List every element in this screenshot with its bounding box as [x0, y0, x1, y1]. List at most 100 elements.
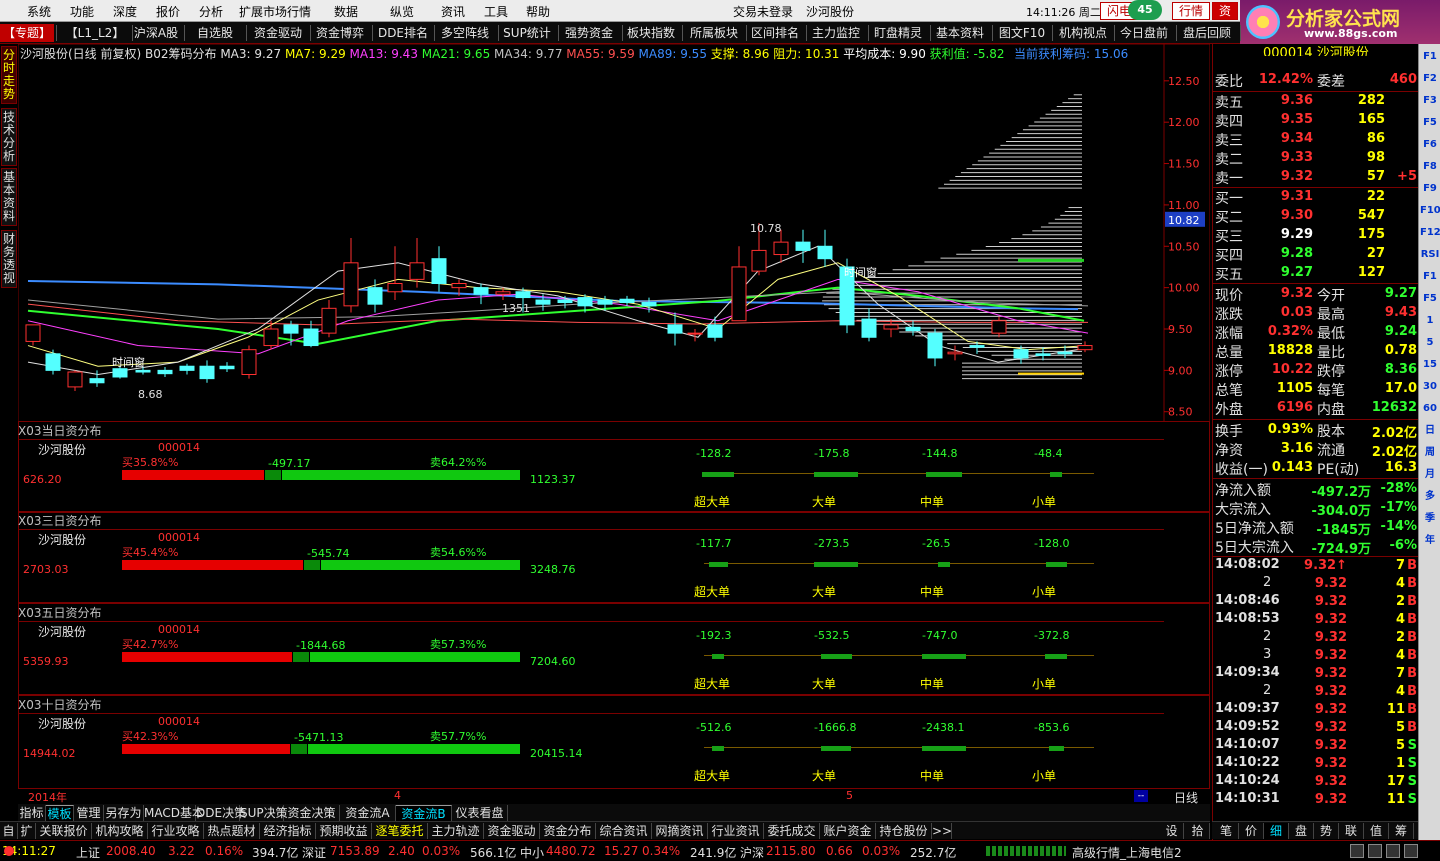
quote-button[interactable]: 行情 [1172, 2, 1211, 20]
toolbar-item-18[interactable]: 今日盘前 [1114, 24, 1174, 42]
menu-item-5[interactable]: 扩展市场行情 [239, 3, 311, 20]
shortcut-8[interactable]: F12 [1420, 224, 1440, 242]
toolbar-item-15[interactable]: 基本资料 [930, 24, 990, 42]
shortcut-21[interactable]: 季 [1420, 510, 1440, 528]
vtab-1[interactable]: 技术分析 [1, 108, 17, 166]
toolbar-item-2[interactable]: 沪深A股 [130, 24, 182, 42]
quote-tab-2[interactable]: 细 [1264, 823, 1289, 839]
menu-item-8[interactable]: 资讯 [441, 3, 465, 20]
toolbar-item-19[interactable]: 盘后回顾 [1176, 24, 1238, 42]
toolbar-item-10[interactable]: 板块指数 [622, 24, 680, 42]
info-tab-7[interactable]: 预期收益 [316, 823, 372, 839]
info-tab-6[interactable]: 经济指标 [260, 823, 316, 839]
info-tab-3[interactable]: 机构攻略 [92, 823, 148, 839]
toolbar-item-11[interactable]: 所属板块 [684, 24, 744, 42]
toolbar-item-9[interactable]: 强势资金 [558, 24, 620, 42]
sell-level[interactable]: 卖三 9.34 86 [1213, 130, 1419, 149]
menu-item-7[interactable]: 纵览 [390, 3, 414, 20]
info-tab-5[interactable]: 热点题材 [204, 823, 260, 839]
toolbar-item-4[interactable]: 资金驱动 [248, 24, 308, 42]
info-tab-19[interactable]: 设 [1160, 823, 1184, 839]
vtab-2[interactable]: 基本资料 [1, 168, 17, 226]
toolbar-item-1[interactable]: 【L1_L2】 [60, 24, 130, 42]
toolbar-item-12[interactable]: 区间排名 [746, 24, 804, 42]
toolbar-item-0[interactable]: 【专题】 [0, 24, 54, 42]
shortcut-7[interactable]: F10 [1420, 202, 1440, 220]
info-tab-0[interactable]: 自 [0, 823, 18, 839]
info-tab-2[interactable]: 关联报价 [36, 823, 92, 839]
quote-tab-4[interactable]: 势 [1314, 823, 1339, 839]
template-tab-8[interactable]: 资金流A [340, 805, 396, 821]
quote-tab-0[interactable]: 笔 [1214, 823, 1239, 839]
info-tab-9[interactable]: 主力轨迹 [428, 823, 484, 839]
toolbar-item-17[interactable]: 机构视点 [1054, 24, 1112, 42]
shortcut-2[interactable]: F3 [1420, 92, 1440, 110]
toolbar-item-3[interactable]: 自选股 [186, 24, 244, 42]
shortcut-16[interactable]: 60 [1420, 400, 1440, 418]
shortcut-13[interactable]: 5 [1420, 334, 1440, 352]
shortcut-3[interactable]: F5 [1420, 114, 1440, 132]
quote-tab-3[interactable]: 盘 [1289, 823, 1314, 839]
status-tool-icon[interactable] [1350, 844, 1364, 858]
menu-item-6[interactable]: 数据 [334, 3, 358, 20]
kline-chart[interactable]: 12.50 12.00 11.50 11.00 10.50 10.00 9.50 9.00 8.… [17, 43, 1211, 423]
shortcut-11[interactable]: F5 [1420, 290, 1440, 308]
sell-level[interactable]: 卖一 9.32 57 +5 [1213, 168, 1419, 187]
buy-level[interactable]: 买二 9.30 547 [1213, 207, 1419, 226]
shortcut-17[interactable]: 日 [1420, 422, 1440, 440]
shortcut-4[interactable]: F6 [1420, 136, 1440, 154]
shortcut-9[interactable]: RSI [1420, 246, 1440, 264]
shortcut-12[interactable]: 1 [1420, 312, 1440, 330]
scroll-button[interactable]: -- [1134, 790, 1148, 802]
info-tab-4[interactable]: 行业攻略 [148, 823, 204, 839]
info-tab-14[interactable]: 行业资讯 [708, 823, 764, 839]
shortcut-14[interactable]: 15 [1420, 356, 1440, 374]
trade-button[interactable]: 资 [1212, 2, 1239, 20]
menu-item-2[interactable]: 深度 [113, 3, 137, 20]
info-tab-10[interactable]: 资金驱动 [484, 823, 540, 839]
notification-badge[interactable]: 45 [1128, 0, 1162, 20]
template-tab-0[interactable]: 指标 [18, 805, 46, 821]
shortcut-0[interactable]: F1 [1420, 48, 1440, 66]
shortcut-6[interactable]: F9 [1420, 180, 1440, 198]
template-tab-4[interactable]: MACD基本 [144, 805, 204, 821]
vtab-3[interactable]: 财务透视 [1, 230, 17, 288]
info-tab-11[interactable]: 资金分布 [540, 823, 596, 839]
vtab-0[interactable]: 分时走势 [1, 46, 17, 104]
menu-item-0[interactable]: 系统 [27, 3, 51, 20]
menu-item-9[interactable]: 工具 [484, 3, 508, 20]
info-tab-13[interactable]: 网摘资讯 [652, 823, 708, 839]
toolbar-item-5[interactable]: 资金博弈 [310, 24, 370, 42]
shortcut-22[interactable]: 年 [1420, 532, 1440, 550]
toolbar-item-7[interactable]: 多空阵线 [434, 24, 496, 42]
shortcut-10[interactable]: F1 [1420, 268, 1440, 286]
info-tab-17[interactable]: 持仓股份 [876, 823, 932, 839]
status-tool-icon[interactable] [1404, 844, 1418, 858]
template-tab-3[interactable]: 另存为 [104, 805, 144, 821]
template-tab-5[interactable]: DDE决策 [196, 805, 246, 821]
info-tab-20[interactable]: 拾 [1186, 823, 1210, 839]
quote-tab-7[interactable]: 筹 [1389, 823, 1414, 839]
toolbar-item-8[interactable]: SUP统计 [498, 24, 556, 42]
toolbar-item-14[interactable]: 盯盘精灵 [868, 24, 928, 42]
toolbar-item-6[interactable]: DDE排名 [374, 24, 432, 42]
info-tab-8[interactable]: 逐笔委托 [372, 823, 428, 839]
template-tab-1[interactable]: 模板 [46, 805, 74, 821]
shortcut-18[interactable]: 周 [1420, 444, 1440, 462]
info-tab-16[interactable]: 账户资金 [820, 823, 876, 839]
toolbar-item-13[interactable]: 主力监控 [806, 24, 866, 42]
template-tab-9[interactable]: 资金流B [396, 805, 452, 821]
status-tool-icon[interactable] [1386, 844, 1400, 858]
buy-level[interactable]: 买五 9.27 127 [1213, 264, 1419, 283]
sell-level[interactable]: 卖四 9.35 165 [1213, 111, 1419, 130]
template-tab-7[interactable]: 资金决策 [284, 805, 340, 821]
buy-level[interactable]: 买四 9.28 27 [1213, 245, 1419, 264]
menu-item-4[interactable]: 分析 [199, 3, 223, 20]
shortcut-20[interactable]: 多 [1420, 488, 1440, 506]
template-tab-2[interactable]: 管理 [74, 805, 104, 821]
menu-item-1[interactable]: 功能 [70, 3, 94, 20]
menu-item-3[interactable]: 报价 [156, 3, 180, 20]
shortcut-19[interactable]: 月 [1420, 466, 1440, 484]
info-tab-18[interactable]: >> [932, 823, 952, 839]
info-tab-15[interactable]: 委托成交 [764, 823, 820, 839]
